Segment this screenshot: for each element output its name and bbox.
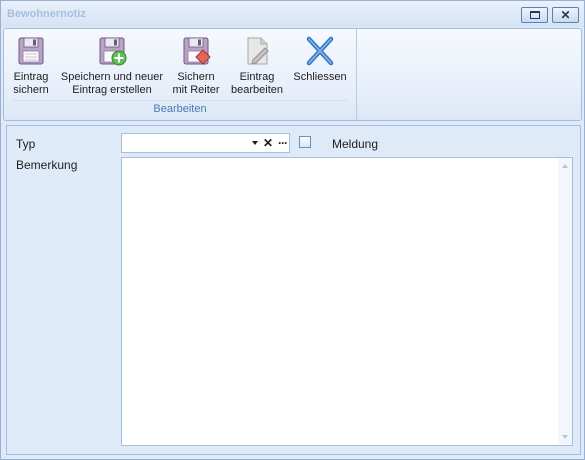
close-x-icon — [306, 36, 334, 66]
save-with-tab-label-2: mit Reiter — [172, 84, 220, 96]
bemerkung-textarea[interactable] — [121, 157, 573, 446]
save-with-tab-label-1: Sichern — [177, 71, 215, 83]
close-button[interactable]: Schliessen — [292, 33, 348, 99]
maximize-button[interactable] — [521, 7, 548, 23]
save-entry-label-1: Eintrag — [13, 71, 49, 83]
title-bar[interactable]: Bewohnernotiz ✕ — [1, 1, 584, 27]
save-with-tab-button[interactable]: Sichern mit Reiter — [168, 33, 224, 99]
maximize-icon — [529, 11, 540, 19]
group-label: Bearbeiten — [153, 103, 207, 115]
form-panel: Typ ✕ ··· Meldung Bemerkung — [6, 125, 581, 455]
dialog-window: Bewohnernotiz ✕ Eintrag sichern Speicher… — [0, 0, 585, 460]
edit-entry-label-2: bearbeiten — [231, 84, 283, 96]
meldung-checkbox[interactable] — [299, 136, 311, 148]
more-icon[interactable]: ··· — [278, 137, 288, 149]
scroll-up-icon[interactable] — [562, 164, 568, 168]
floppy-disk-icon — [18, 37, 44, 65]
edit-entry-button[interactable]: Eintrag bearbeiten — [228, 33, 286, 99]
typ-label: Typ — [16, 137, 36, 151]
ribbon-toolbar: Eintrag sichern Speichern und neuer Eint… — [3, 28, 582, 121]
save-and-new-label-2: Eintrag erstellen — [72, 84, 152, 96]
close-label: Schliessen — [293, 71, 347, 83]
edit-entry-label-1: Eintrag — [239, 71, 275, 83]
ribbon-group-bearbeiten: Eintrag sichern Speichern und neuer Eint… — [4, 29, 357, 120]
save-entry-label-2: sichern — [13, 84, 49, 96]
floppy-disk-add-icon — [99, 37, 127, 66]
vertical-scrollbar[interactable] — [558, 158, 572, 445]
typ-combobox[interactable]: ✕ ··· — [121, 133, 290, 153]
save-and-new-label-1: Speichern und neuer — [60, 71, 164, 83]
scroll-down-icon[interactable] — [562, 435, 568, 439]
edit-document-icon — [247, 37, 269, 65]
chevron-down-icon[interactable] — [251, 141, 258, 145]
clear-icon[interactable]: ✕ — [263, 137, 273, 149]
meldung-label: Meldung — [332, 137, 379, 151]
window-title: Bewohnernotiz — [7, 8, 86, 20]
save-and-new-button[interactable]: Speichern und neuer Eintrag erstellen — [59, 33, 165, 99]
bemerkung-label: Bemerkung — [16, 158, 78, 172]
window-close-button[interactable]: ✕ — [552, 7, 579, 23]
floppy-disk-tab-icon — [183, 37, 211, 65]
group-separator — [12, 100, 348, 101]
close-icon: ✕ — [560, 8, 571, 22]
save-entry-button[interactable]: Eintrag sichern — [8, 33, 54, 99]
